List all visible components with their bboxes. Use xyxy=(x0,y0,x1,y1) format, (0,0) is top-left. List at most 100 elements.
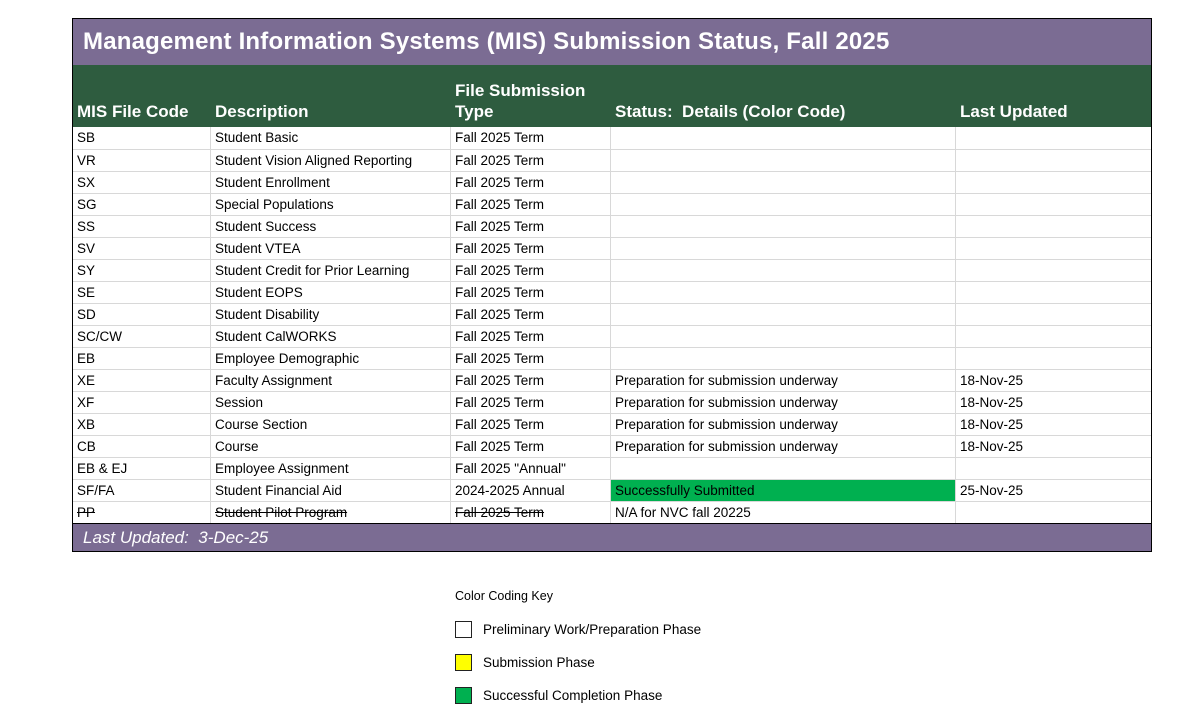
legend-swatch xyxy=(455,654,472,671)
cell-description: Student Credit for Prior Learning xyxy=(211,260,451,281)
legend-label: Successful Completion Phase xyxy=(483,688,662,703)
table-row: SC/CWStudent CalWORKSFall 2025 Term xyxy=(73,325,1151,347)
cell-type: Fall 2025 Term xyxy=(451,370,611,391)
table-row: XBCourse SectionFall 2025 TermPreparatio… xyxy=(73,413,1151,435)
cell-code: SX xyxy=(73,172,211,193)
cell-description: Student Disability xyxy=(211,304,451,325)
cell-description: Special Populations xyxy=(211,194,451,215)
cell-code: SC/CW xyxy=(73,326,211,347)
cell-code: SE xyxy=(73,282,211,303)
cell-type: Fall 2025 Term xyxy=(451,127,611,149)
cell-code: VR xyxy=(73,150,211,171)
cell-code: SD xyxy=(73,304,211,325)
table-row: PPStudent Pilot ProgramFall 2025 TermN/A… xyxy=(73,501,1151,523)
cell-status: Preparation for submission underway xyxy=(611,436,956,457)
table-row: EB & EJEmployee AssignmentFall 2025 "Ann… xyxy=(73,457,1151,479)
cell-status xyxy=(611,127,956,149)
cell-status xyxy=(611,216,956,237)
table-body: SBStudent BasicFall 2025 TermVRStudent V… xyxy=(73,127,1151,523)
cell-description: Student EOPS xyxy=(211,282,451,303)
table-row: SDStudent DisabilityFall 2025 Term xyxy=(73,303,1151,325)
table-row: SBStudent BasicFall 2025 Term xyxy=(73,127,1151,149)
cell-code: SS xyxy=(73,216,211,237)
cell-description: Student Success xyxy=(211,216,451,237)
cell-type: Fall 2025 Term xyxy=(451,150,611,171)
cell-type: Fall 2025 Term xyxy=(451,348,611,369)
cell-type: Fall 2025 Term xyxy=(451,326,611,347)
cell-status xyxy=(611,348,956,369)
legend-item: Submission Phase xyxy=(455,654,701,671)
cell-status xyxy=(611,260,956,281)
legend-list: Preliminary Work/Preparation Phase Submis… xyxy=(455,621,701,704)
cell-status: Successfully Submitted xyxy=(611,480,956,501)
cell-description: Student Financial Aid xyxy=(211,480,451,501)
cell-code: SY xyxy=(73,260,211,281)
cell-status: Preparation for submission underway xyxy=(611,414,956,435)
table-row: SYStudent Credit for Prior LearningFall … xyxy=(73,259,1151,281)
mis-status-table: Management Information Systems (MIS) Sub… xyxy=(72,18,1152,552)
cell-code: EB & EJ xyxy=(73,458,211,479)
cell-status xyxy=(611,150,956,171)
table-row: CBCourseFall 2025 TermPreparation for su… xyxy=(73,435,1151,457)
table-row: SVStudent VTEAFall 2025 Term xyxy=(73,237,1151,259)
cell-updated: 18-Nov-25 xyxy=(956,436,1151,457)
cell-code: PP xyxy=(73,502,211,523)
legend-item: Preliminary Work/Preparation Phase xyxy=(455,621,701,638)
cell-status xyxy=(611,194,956,215)
header-mis-file-code-label: MIS File Code xyxy=(77,101,209,122)
header-status-label: Status: Details (Color Code) xyxy=(615,101,954,122)
header-mis-file-code: MIS File Code xyxy=(73,65,211,127)
cell-type: Fall 2025 "Annual" xyxy=(451,458,611,479)
cell-updated xyxy=(956,458,1151,479)
cell-description: Student Pilot Program xyxy=(211,502,451,523)
table-row: SGSpecial PopulationsFall 2025 Term xyxy=(73,193,1151,215)
header-type-line2: Type xyxy=(455,101,609,122)
cell-updated: 18-Nov-25 xyxy=(956,370,1151,391)
cell-description: Student Enrollment xyxy=(211,172,451,193)
legend-item: Successful Completion Phase xyxy=(455,687,701,704)
legend-swatch xyxy=(455,621,472,638)
table-row: SEStudent EOPSFall 2025 Term xyxy=(73,281,1151,303)
cell-description: Employee Demographic xyxy=(211,348,451,369)
table-row: VRStudent Vision Aligned ReportingFall 2… xyxy=(73,149,1151,171)
cell-updated xyxy=(956,150,1151,171)
cell-status xyxy=(611,458,956,479)
footer-last-updated: Last Updated: 3-Dec-25 xyxy=(83,528,268,548)
cell-status: Preparation for submission underway xyxy=(611,370,956,391)
cell-code: XF xyxy=(73,392,211,413)
page: Management Information Systems (MIS) Sub… xyxy=(0,0,1200,725)
cell-type: Fall 2025 Term xyxy=(451,238,611,259)
cell-code: XB xyxy=(73,414,211,435)
cell-type: Fall 2025 Term xyxy=(451,392,611,413)
legend-label: Submission Phase xyxy=(483,655,595,670)
cell-code: SV xyxy=(73,238,211,259)
header-description: Description xyxy=(211,65,451,127)
cell-updated xyxy=(956,260,1151,281)
cell-description: Student Vision Aligned Reporting xyxy=(211,150,451,171)
cell-updated: 18-Nov-25 xyxy=(956,392,1151,413)
cell-type: Fall 2025 Term xyxy=(451,282,611,303)
cell-status xyxy=(611,172,956,193)
cell-status xyxy=(611,282,956,303)
cell-code: SG xyxy=(73,194,211,215)
cell-updated xyxy=(956,238,1151,259)
cell-code: CB xyxy=(73,436,211,457)
table-header-row: MIS File Code Description File Submissio… xyxy=(73,65,1151,127)
table-row: SSStudent SuccessFall 2025 Term xyxy=(73,215,1151,237)
cell-updated: 25-Nov-25 xyxy=(956,480,1151,501)
cell-description: Student VTEA xyxy=(211,238,451,259)
cell-status xyxy=(611,326,956,347)
cell-code: EB xyxy=(73,348,211,369)
cell-updated xyxy=(956,194,1151,215)
cell-description: Student CalWORKS xyxy=(211,326,451,347)
cell-status xyxy=(611,304,956,325)
legend-swatch xyxy=(455,687,472,704)
cell-type: 2024-2025 Annual xyxy=(451,480,611,501)
cell-code: SF/FA xyxy=(73,480,211,501)
cell-code: XE xyxy=(73,370,211,391)
table-row: SXStudent EnrollmentFall 2025 Term xyxy=(73,171,1151,193)
cell-status xyxy=(611,238,956,259)
cell-updated xyxy=(956,348,1151,369)
cell-description: Course Section xyxy=(211,414,451,435)
cell-description: Student Basic xyxy=(211,127,451,149)
